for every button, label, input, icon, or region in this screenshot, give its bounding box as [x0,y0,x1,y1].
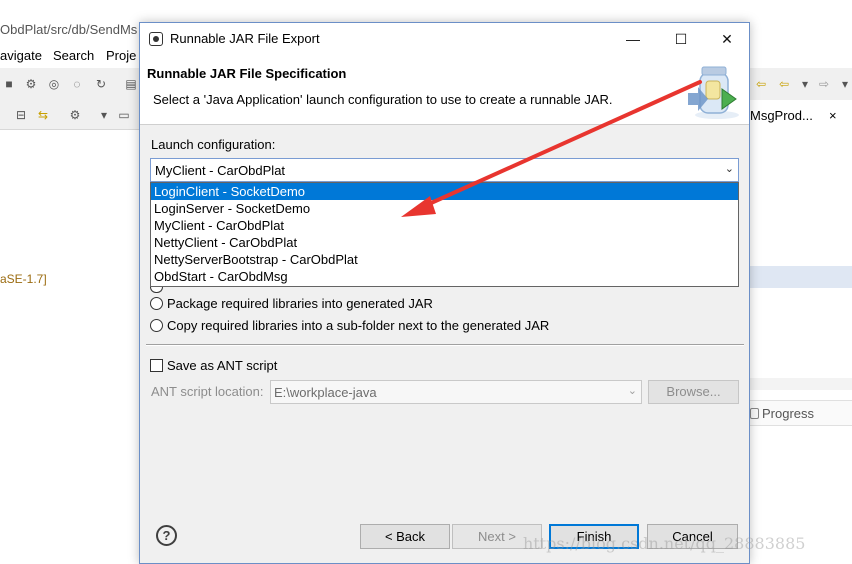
selected-line [748,266,852,288]
editor-area [748,100,852,564]
back-icon[interactable]: ⇦ [777,77,791,91]
toolbar-icon[interactable]: ◌ [70,77,84,91]
wizard-header: Runnable JAR File Specification Select a… [140,55,749,125]
screen: ObdPlat/src/db/SendMs avigate Search Pro… [0,0,852,564]
dialog-title: Runnable JAR File Export [170,31,320,46]
launch-config-dropdown: LoginClient - SocketDemo LoginServer - S… [150,182,739,287]
launch-config-value: MyClient - CarObdPlat [155,163,286,178]
progress-label: Progress [762,406,815,421]
save-ant-label: Save as ANT script [167,358,278,373]
wizard-page-title: Runnable JAR File Specification [147,66,347,81]
forward-icon[interactable]: ⇨ [817,77,831,91]
launch-config-label: Launch configuration: [151,137,276,152]
toolbar-icon[interactable]: ◎ [47,77,61,91]
watermark: https://blog.csdn.net/qq_28883885 [523,534,806,553]
back-button[interactable]: < Back [360,524,450,549]
maximize-button[interactable]: ☐ [658,23,704,55]
ide-path-title: ObdPlat/src/db/SendMs [0,22,138,37]
collapse-all-icon[interactable]: ⊟ [14,108,28,122]
radio-package-label: Package required libraries into generate… [167,296,433,311]
dropdown-option[interactable]: ObdStart - CarObdMsg [151,268,738,285]
help-icon[interactable]: ? [156,525,177,546]
toolbar-icon[interactable]: ▤ [124,77,138,91]
minimize-view-icon[interactable]: ▭ [117,108,131,122]
filter-icon[interactable]: ⚙ [68,108,82,122]
dropdown-option[interactable]: NettyServerBootstrap - CarObdPlat [151,251,738,268]
radio-copy-libraries[interactable] [150,319,163,332]
scroll-strip [748,378,852,390]
separator [146,344,744,346]
close-button[interactable]: ✕ [704,23,750,55]
jre-library-label: aSE-1.7] [0,272,47,286]
toolbar-icon[interactable]: ⚙ [24,77,38,91]
menu-navigate[interactable]: avigate [0,48,42,63]
dropdown-option[interactable]: LoginServer - SocketDemo [151,200,738,217]
ant-location-value: E:\workplace-java [274,385,377,400]
tab-close-icon[interactable]: × [829,108,837,123]
dropdown-option[interactable]: NettyClient - CarObdPlat [151,234,738,251]
ant-location-input[interactable]: E:\workplace-java ⌄ [270,380,642,404]
radio-extract-libraries[interactable] [150,287,163,293]
browse-button[interactable]: Browse... [648,380,739,404]
chevron-down-icon[interactable]: ⌄ [628,384,637,397]
view-menu-icon[interactable]: ▾ [97,108,111,122]
package-explorer [0,130,140,564]
link-editor-icon[interactable]: ⇆ [36,108,50,122]
chevron-down-icon[interactable]: ⌄ [725,162,734,175]
eclipse-icon [149,32,163,46]
minimize-button[interactable]: — [610,23,656,55]
toolbar-icon[interactable]: ■ [2,77,16,91]
save-ant-checkbox[interactable] [150,359,163,372]
chevron-down-icon[interactable]: ▾ [838,77,852,91]
progress-icon [750,408,759,419]
dropdown-option[interactable]: MyClient - CarObdPlat [151,217,738,234]
radio-copy-label: Copy required libraries into a sub-folde… [167,318,550,333]
launch-config-select[interactable]: MyClient - CarObdPlat ⌄ [150,158,739,182]
menu-project[interactable]: Proje [106,48,136,63]
toolbar-icon[interactable]: ↻ [94,77,108,91]
dialog-title-bar: Runnable JAR File Export — ☐ ✕ [140,23,749,55]
wizard-page-description: Select a 'Java Application' launch confi… [153,92,613,107]
editor-tab-msgprod[interactable]: MsgProd... [750,108,813,123]
radio-package-libraries[interactable] [150,297,163,310]
menu-search[interactable]: Search [53,48,94,63]
runnable-jar-export-dialog: Runnable JAR File Export — ☐ ✕ Runnable … [139,22,750,564]
dropdown-option[interactable]: LoginClient - SocketDemo [151,183,738,200]
chevron-down-icon[interactable]: ▾ [798,77,812,91]
ant-location-label: ANT script location: [151,384,264,399]
jar-export-icon [688,66,739,119]
back-nav-icon[interactable]: ⇦ [754,77,768,91]
